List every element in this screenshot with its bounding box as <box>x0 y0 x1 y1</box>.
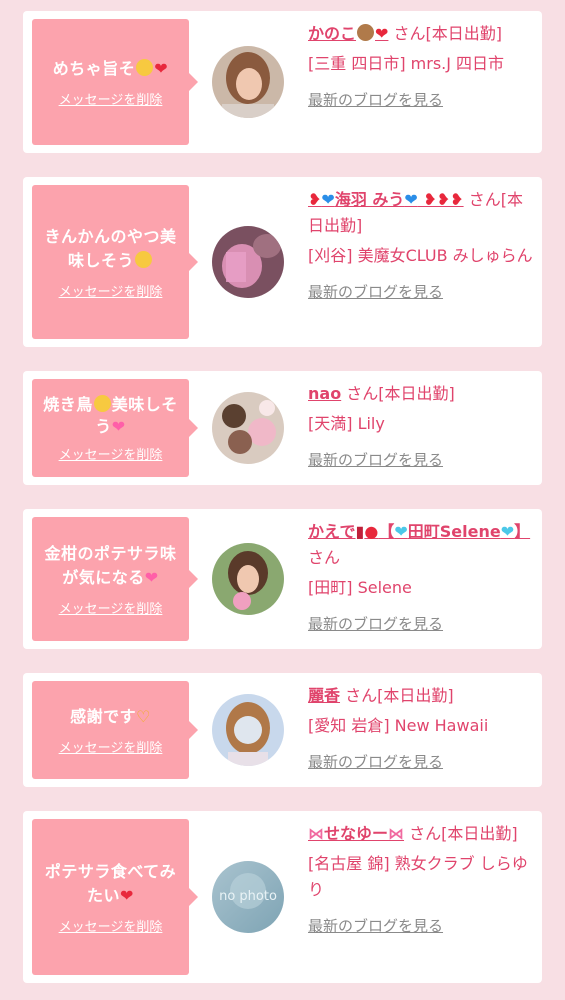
shop-label: [三重 四日市] mrs.J 四日市 <box>308 54 505 73</box>
light-blue-heart-icon: ❤ <box>500 522 515 541</box>
message-bubble: 金柑のポテサラ味が気になる❤ メッセージを削除 <box>32 517 198 641</box>
avatar[interactable] <box>212 543 284 615</box>
blue-heart-icon: ❤ <box>321 190 335 209</box>
red-heart-icon: ❤ <box>154 58 169 78</box>
avatar-photo <box>212 226 284 298</box>
no-photo-label: no photo <box>219 889 277 904</box>
shop-label: [天満] Lily <box>308 414 385 433</box>
message-card: 金柑のポテサラ味が気になる❤ メッセージを削除 かえで▮●【❤田町Selene❤… <box>23 509 542 649</box>
latest-blog-link[interactable]: 最新のブログを見る <box>308 749 538 775</box>
message-text: ポテサラ食べてみたい❤ <box>44 861 177 905</box>
smiling-face-with-hearts-icon <box>93 394 111 412</box>
sender-info: ⋈せなゆー⋈ さん[本日出勤] [名古屋 錦] 熟女クラブ しらゆり 最新のブロ… <box>308 821 538 939</box>
sender-info: 麗香 さん[本日出勤] [愛知 岩倉] New Hawaii 最新のブログを見る <box>308 683 538 775</box>
avatar[interactable] <box>212 392 284 464</box>
message-bubble: ポテサラ食べてみたい❤ メッセージを削除 <box>32 819 198 975</box>
avatar-photo <box>212 543 284 615</box>
avatar-photo <box>212 694 284 766</box>
message-bubble: 焼き鳥 美味しそう❤ メッセージを削除 <box>32 379 198 477</box>
ribbon-decoration-icon: ❥ <box>308 190 322 209</box>
avatar-photo <box>212 46 284 118</box>
red-heart-icon: ❤ <box>375 24 389 43</box>
message-bubble: めちゃ旨そ ❤ メッセージを削除 <box>32 19 198 145</box>
monkey-face-icon <box>357 24 375 41</box>
message-card: 感謝です♡ メッセージを削除 麗香 さん[本日出勤] [愛知 岩倉] New H… <box>23 673 542 787</box>
sender-info: かえで▮●【❤田町Selene❤】 さん [田町] Selene 最新のブログを… <box>308 519 538 637</box>
delete-message-link[interactable]: メッセージを削除 <box>59 737 163 756</box>
sender-name-link[interactable]: かえで▮●【❤田町Selene❤】 <box>308 522 530 541</box>
sender-name-link[interactable]: ⋈せなゆー⋈ <box>308 824 404 843</box>
avatar[interactable] <box>212 46 284 118</box>
sender-name-link[interactable]: ❥❤海羽 みう❤ ❥❥❥ <box>308 190 464 209</box>
ribbon-decoration-icon: ❥❥❥ <box>417 190 464 209</box>
smiling-face-with-hearts-icon <box>136 58 154 76</box>
growing-heart-icon: ❤ <box>144 567 159 587</box>
message-bubble: きんかんのやつ美味しそう メッセージを削除 <box>32 185 198 339</box>
message-card: 焼き鳥 美味しそう❤ メッセージを削除 nao さん[本日出勤] [天満] Lil… <box>23 371 542 485</box>
latest-blog-link[interactable]: 最新のブログを見る <box>308 611 538 637</box>
avatar[interactable] <box>212 694 284 766</box>
honorific: さん <box>308 548 341 567</box>
message-text: めちゃ旨そ ❤ <box>52 58 169 78</box>
message-text: 感謝です♡ <box>70 706 151 726</box>
honorific: さん[本日出勤] <box>345 686 454 705</box>
avatar[interactable] <box>212 226 284 298</box>
message-text: 金柑のポテサラ味が気になる❤ <box>44 543 177 587</box>
message-bubble: 感謝です♡ メッセージを削除 <box>32 681 198 779</box>
sender-name-link[interactable]: 麗香 <box>308 686 340 705</box>
sender-info: nao さん[本日出勤] [天満] Lily 最新のブログを見る <box>308 381 538 473</box>
delete-message-link[interactable]: メッセージを削除 <box>59 444 163 463</box>
latest-blog-link[interactable]: 最新のブログを見る <box>308 279 538 305</box>
delete-message-link[interactable]: メッセージを削除 <box>59 598 163 617</box>
pink-ribbon-icon: ⋈ <box>308 824 324 843</box>
shop-label: [田町] Selene <box>308 578 412 597</box>
smiling-face-icon <box>135 250 152 268</box>
message-card: めちゃ旨そ ❤ メッセージを削除 かのこ ❤ さん[本日出勤] [三重 四日市] m… <box>23 11 542 153</box>
message-card: ポテサラ食べてみたい❤ メッセージを削除 no photo ⋈せなゆー⋈ さん[… <box>23 811 542 983</box>
sender-info: かのこ ❤ さん[本日出勤] [三重 四日市] mrs.J 四日市 最新のブログを… <box>308 21 538 113</box>
shop-label: [名古屋 錦] 熟女クラブ しらゆり <box>308 854 528 899</box>
pink-ribbon-icon: ⋈ <box>388 824 405 843</box>
shop-label: [刈谷] 美魔女CLUB みしゅらん <box>308 246 533 265</box>
delete-message-link[interactable]: メッセージを削除 <box>59 916 163 935</box>
light-blue-heart-icon: ❤ <box>394 522 408 541</box>
sender-name-link[interactable]: かのこ ❤ <box>308 24 388 43</box>
honorific: さん[本日出勤] <box>346 384 455 403</box>
latest-blog-link[interactable]: 最新のブログを見る <box>308 87 538 113</box>
sparkling-heart-icon: ❤ <box>111 416 126 436</box>
blue-heart-icon: ❤ <box>404 190 418 209</box>
message-card: きんかんのやつ美味しそう メッセージを削除 ❥❤海羽 みう❤ ❥❥❥ さん[本日… <box>23 177 542 347</box>
kiss-mark-icon: ● <box>364 522 379 541</box>
honorific: さん[本日出勤] <box>409 824 518 843</box>
shop-label: [愛知 岩倉] New Hawaii <box>308 716 489 735</box>
message-list: めちゃ旨そ ❤ メッセージを削除 かのこ ❤ さん[本日出勤] [三重 四日市] m… <box>0 0 565 1000</box>
latest-blog-link[interactable]: 最新のブログを見る <box>308 447 538 473</box>
delete-message-link[interactable]: メッセージを削除 <box>59 281 163 300</box>
sender-info: ❥❤海羽 みう❤ ❥❥❥ さん[本日出勤] [刈谷] 美魔女CLUB みしゅらん… <box>308 187 538 305</box>
red-heart-icon: ❤ <box>120 885 134 905</box>
honorific: さん[本日出勤] <box>393 24 503 43</box>
delete-message-link[interactable]: メッセージを削除 <box>59 89 163 108</box>
avatar[interactable]: no photo <box>212 861 284 933</box>
sender-name-link[interactable]: nao <box>308 384 341 403</box>
heart-hands-icon: ♡ <box>136 706 151 726</box>
latest-blog-link[interactable]: 最新のブログを見る <box>308 913 538 939</box>
message-text: きんかんのやつ美味しそう <box>44 226 177 270</box>
message-text: 焼き鳥 美味しそう❤ <box>43 394 178 436</box>
avatar-photo <box>212 392 284 464</box>
